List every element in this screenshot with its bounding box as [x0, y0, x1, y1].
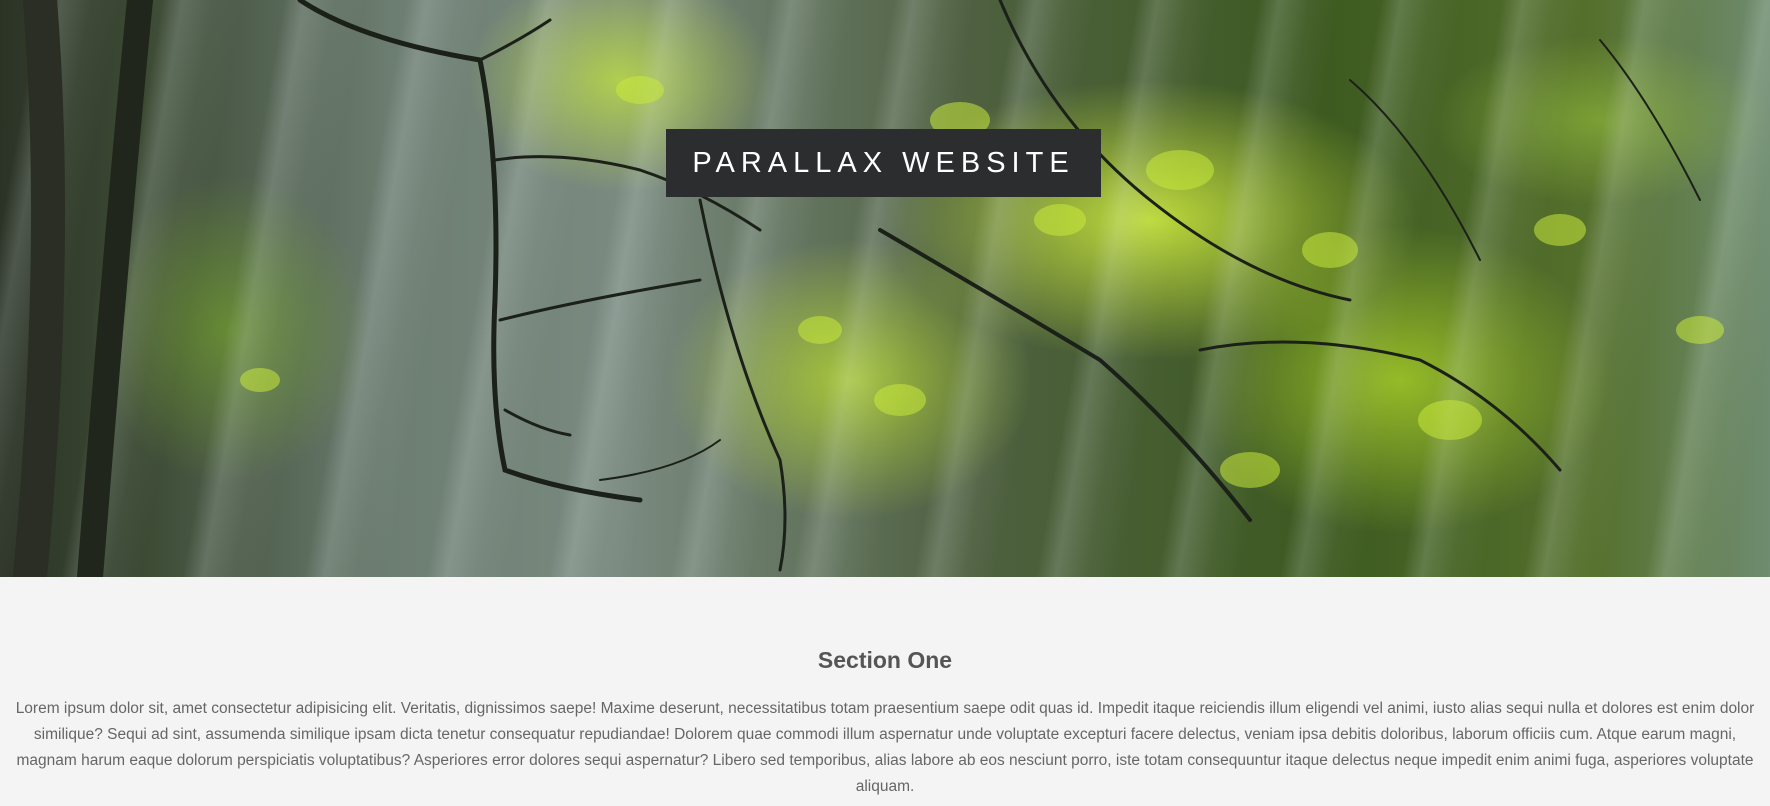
hero-banner: PARALLAX WEBSITE: [0, 0, 1770, 577]
section-body-text: Lorem ipsum dolor sit, amet consectetur …: [15, 700, 1755, 795]
section-heading: Section One: [817, 647, 953, 673]
hero-title: PARALLAX WEBSITE: [692, 146, 1075, 179]
hero-title-box: PARALLAX WEBSITE: [666, 129, 1101, 197]
section-one: Section One Lorem ipsum dolor sit, amet …: [0, 577, 1770, 806]
forest-background-image: [13, 0, 1724, 577]
